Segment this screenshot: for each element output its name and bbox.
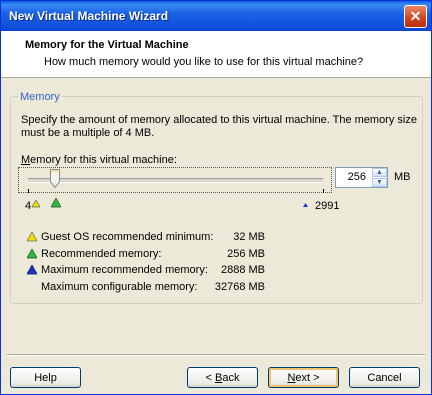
- cancel-button[interactable]: Cancel: [349, 367, 420, 388]
- memory-group-label: Memory: [18, 91, 62, 103]
- legend-label: Recommended memory:: [41, 248, 162, 260]
- legend-label: Maximum recommended memory:: [41, 264, 208, 276]
- green-triangle-icon: [51, 198, 61, 208]
- memory-slider-label: Memory for this virtual machine:: [21, 154, 177, 166]
- legend-label: Maximum configurable memory:: [41, 281, 198, 293]
- blue-triangle-icon: [27, 265, 37, 275]
- blue-triangle-icon: [303, 203, 308, 207]
- wizard-header: Memory for the Virtual Machine How much …: [1, 31, 431, 78]
- slider-tick: [323, 189, 324, 193]
- next-button[interactable]: Next >: [268, 367, 339, 388]
- window-title: New Virtual Machine Wizard: [9, 9, 169, 23]
- memory-value-input[interactable]: 256: [338, 171, 366, 183]
- close-icon[interactable]: ✕: [404, 5, 427, 28]
- yellow-triangle-icon: [32, 200, 40, 208]
- page-subtitle: How much memory would you like to use fo…: [44, 56, 364, 68]
- legend-value: 32768 MB: [214, 281, 265, 293]
- page-title: Memory for the Virtual Machine: [25, 39, 189, 51]
- yellow-triangle-icon: [27, 232, 37, 242]
- help-button[interactable]: Help: [10, 367, 81, 388]
- slider-track[interactable]: [28, 178, 323, 183]
- memory-description: Specify the amount of memory allocated t…: [21, 114, 417, 139]
- legend-value: 256 MB: [227, 248, 265, 260]
- memory-value-spinner[interactable]: 256 ▲ ▼: [335, 167, 388, 188]
- memory-unit: MB: [394, 171, 411, 183]
- slider-thumb[interactable]: [50, 169, 60, 188]
- memory-slider[interactable]: [18, 167, 332, 193]
- min-mark-label: 4: [25, 200, 32, 212]
- spin-down-button[interactable]: ▼: [372, 178, 387, 187]
- legend-value: 2888 MB: [220, 264, 265, 276]
- back-button[interactable]: < Back: [187, 367, 258, 388]
- legend-value: 32 MB: [233, 231, 265, 243]
- slider-tick: [28, 189, 29, 193]
- title-bar[interactable]: New Virtual Machine Wizard ✕: [1, 1, 431, 31]
- wizard-window: New Virtual Machine Wizard ✕ Memory for …: [0, 0, 432, 395]
- spin-up-button[interactable]: ▲: [372, 168, 387, 177]
- green-triangle-icon: [27, 249, 37, 259]
- memory-slider-label-text: Memory for this virtual machine:: [21, 154, 177, 166]
- footer-divider: [7, 354, 425, 356]
- max-mark-label: 2991: [315, 200, 340, 212]
